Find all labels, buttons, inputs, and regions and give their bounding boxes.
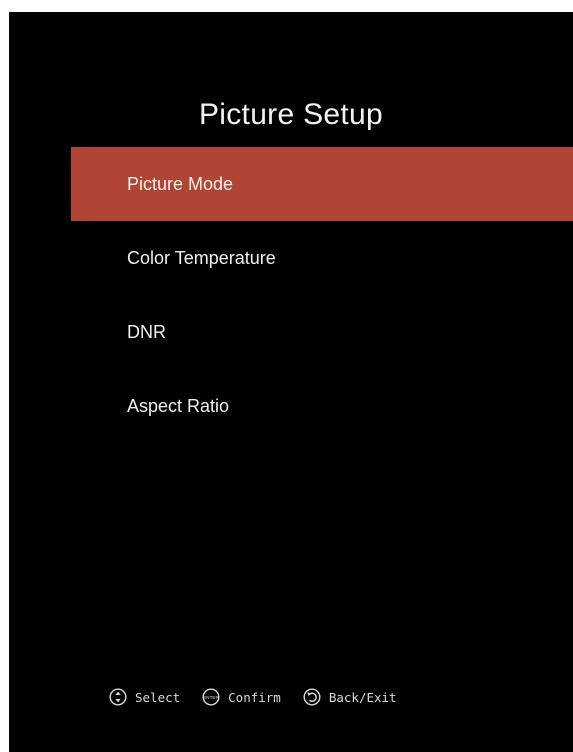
menu-item-label: Picture Mode <box>127 173 234 194</box>
enter-button-icon: ENTER <box>202 688 220 706</box>
back-arrow-icon <box>303 688 321 706</box>
button-hints-bar: Select ENTER Confirm Back/Exit <box>109 688 397 706</box>
dpad-icon <box>109 688 127 706</box>
menu-item-label: Color Temperature <box>127 247 276 268</box>
select-hint-label: Select <box>135 689 181 705</box>
menu-item-label: DNR <box>127 321 166 342</box>
confirm-hint: ENTER Confirm <box>202 688 281 706</box>
back-exit-hint-label: Back/Exit <box>328 689 397 705</box>
menu-item-aspect-ratio[interactable]: Aspect Ratio <box>71 369 573 443</box>
svg-text:ENTER: ENTER <box>203 695 219 700</box>
tv-screen: Picture Setup Picture Mode Color Tempera… <box>9 12 573 752</box>
menu-item-picture-mode[interactable]: Picture Mode <box>71 147 573 221</box>
menu-item-dnr[interactable]: DNR <box>71 295 573 369</box>
select-hint: Select <box>109 688 180 706</box>
page-title: Picture Setup <box>198 98 383 131</box>
menu-item-color-temperature[interactable]: Color Temperature <box>71 221 573 295</box>
menu-item-label: Aspect Ratio <box>127 395 230 416</box>
picture-setup-menu: Picture Mode Color Temperature DNR Aspec… <box>71 147 573 443</box>
back-exit-hint: Back/Exit <box>303 688 397 706</box>
confirm-hint-label: Confirm <box>228 689 281 705</box>
